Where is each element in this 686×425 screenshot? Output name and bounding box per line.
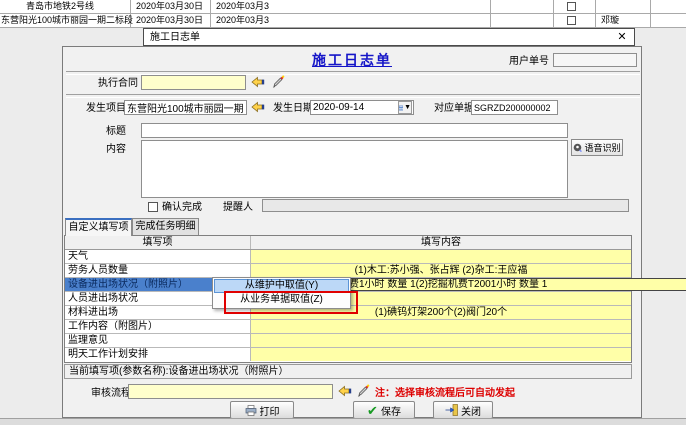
grid-line <box>650 0 651 27</box>
close-button[interactable]: 关闭 <box>433 401 493 419</box>
save-label: 保存 <box>381 403 401 418</box>
grid-line <box>490 0 491 27</box>
contract-field[interactable] <box>141 75 246 90</box>
fill-content-cell[interactable] <box>251 250 631 263</box>
tab-label: 自定义填写项 <box>69 222 129 233</box>
date-cell: 2020年03月30日 <box>136 14 203 27</box>
table-row[interactable]: 天气 <box>65 250 631 264</box>
divider <box>66 94 640 98</box>
fill-content-cell[interactable]: (1)木工:苏小强、张占辉 (2)杂工:王应福 <box>251 264 631 277</box>
table-header-row: 填写项 填写内容 <box>65 236 631 250</box>
tab-completed-task-details[interactable]: 完成任务明细 <box>132 218 199 235</box>
review-flow-field[interactable] <box>128 384 333 399</box>
review-flow-label: 审核流程 <box>91 387 131 400</box>
dialog-titlebar[interactable]: 施工日志单 ✕ <box>143 28 635 46</box>
confirm-complete-checkbox[interactable] <box>148 202 158 212</box>
voice-recognition-button[interactable]: 语音识别 <box>571 139 623 156</box>
fill-item-cell[interactable]: 劳务人员数量 <box>65 264 251 277</box>
fill-item-cell[interactable]: 明天工作计划安排 <box>65 348 251 361</box>
exit-door-icon <box>445 404 458 416</box>
contract-label: 执行合同 <box>98 77 138 90</box>
project-name-cell: 东营阳光100城市丽园一期二标段 <box>1 14 133 27</box>
reminder-label: 提醒人 <box>223 201 253 214</box>
table-row[interactable]: 工作内容（附图片） <box>65 320 631 334</box>
background-bottom-strip <box>0 418 686 425</box>
table-row[interactable]: 监理意见 <box>65 334 631 348</box>
fill-item-cell[interactable]: 天气 <box>65 250 251 263</box>
voice-recognition-label: 语音识别 <box>584 141 620 154</box>
user-no-label: 用户单号 <box>509 55 549 68</box>
date-cell: 2020年03月3 <box>216 0 269 13</box>
edit-pencil-icon[interactable] <box>356 384 371 397</box>
select-hand-icon[interactable] <box>251 76 266 89</box>
fill-content-cell[interactable] <box>251 334 631 347</box>
print-button[interactable]: 打印 <box>230 401 294 419</box>
construction-log-dialog: 施工日志单 用户单号 执行合同 发生项目 发生日期 ▼ 对应单据 标题 内容 <box>62 46 642 418</box>
check-icon: ✔ <box>367 404 378 417</box>
grid-line <box>210 0 211 27</box>
date-label: 发生日期 <box>273 102 313 115</box>
fill-content-cell[interactable] <box>251 320 631 333</box>
dialog-title: 施工日志单 <box>150 30 200 46</box>
project-field[interactable] <box>124 100 247 115</box>
save-button[interactable]: ✔ 保存 <box>353 401 415 419</box>
fill-item-cell[interactable]: 监理意见 <box>65 334 251 347</box>
grid-line <box>553 0 554 27</box>
tab-label: 完成任务明细 <box>136 221 196 232</box>
row-checkbox[interactable] <box>567 16 576 25</box>
reminder-field[interactable] <box>262 199 629 212</box>
chevron-down-icon: ▼ <box>404 104 411 111</box>
title-label: 标题 <box>106 125 126 138</box>
fill-content-cell[interactable] <box>251 348 631 361</box>
close-label: 关闭 <box>461 403 481 418</box>
red-annotation-box <box>224 291 358 314</box>
background-table: 青岛市地铁2号线 2020年03月30日 2020年03月3 东营阳光100城市… <box>0 0 686 28</box>
table-row[interactable]: 劳务人员数量 (1)木工:苏小强、张占辉 (2)杂工:王应福 <box>65 264 631 278</box>
calendar-dropdown-icon[interactable]: ▼ <box>398 101 412 114</box>
content-textarea[interactable] <box>141 140 568 198</box>
column-header-item: 填写项 <box>65 236 251 249</box>
current-item-statusbar: 当前填写项(参数名称):设备进出场状况（附照片） <box>64 364 632 379</box>
fill-item-cell[interactable]: 工作内容（附图片） <box>65 320 251 333</box>
content-label: 内容 <box>106 143 126 156</box>
user-no-field[interactable] <box>553 53 637 67</box>
table-row[interactable]: 明天工作计划安排 <box>65 348 631 362</box>
date-cell: 2020年03月3 <box>216 14 269 27</box>
tab-custom-fill-items[interactable]: 自定义填写项 <box>65 218 132 236</box>
date-cell: 2020年03月30日 <box>136 0 203 13</box>
project-name-cell: 青岛市地铁2号线 <box>26 0 94 13</box>
doc-field[interactable] <box>471 100 558 115</box>
screen: 青岛市地铁2号线 2020年03月30日 2020年03月3 东营阳光100城市… <box>0 0 686 425</box>
printer-icon <box>245 405 257 416</box>
review-note: 注：选择审核流程后可自动发起 <box>375 387 515 400</box>
row-checkbox[interactable] <box>567 2 576 11</box>
title-field[interactable] <box>141 123 568 138</box>
edit-pencil-icon[interactable] <box>271 75 286 88</box>
project-label: 发生项目 <box>86 102 126 115</box>
table-row[interactable] <box>0 0 686 14</box>
confirm-complete-label: 确认完成 <box>162 201 202 214</box>
column-header-content: 填写内容 <box>251 236 631 249</box>
microphone-icon <box>573 143 582 152</box>
close-icon[interactable]: ✕ <box>615 29 629 45</box>
person-cell: 邓璇 <box>601 14 619 27</box>
select-hand-icon[interactable] <box>251 101 266 114</box>
doc-label: 对应单据 <box>434 102 474 115</box>
select-hand-icon[interactable] <box>338 385 353 398</box>
grid-line <box>595 0 596 27</box>
print-label: 打印 <box>260 403 280 418</box>
